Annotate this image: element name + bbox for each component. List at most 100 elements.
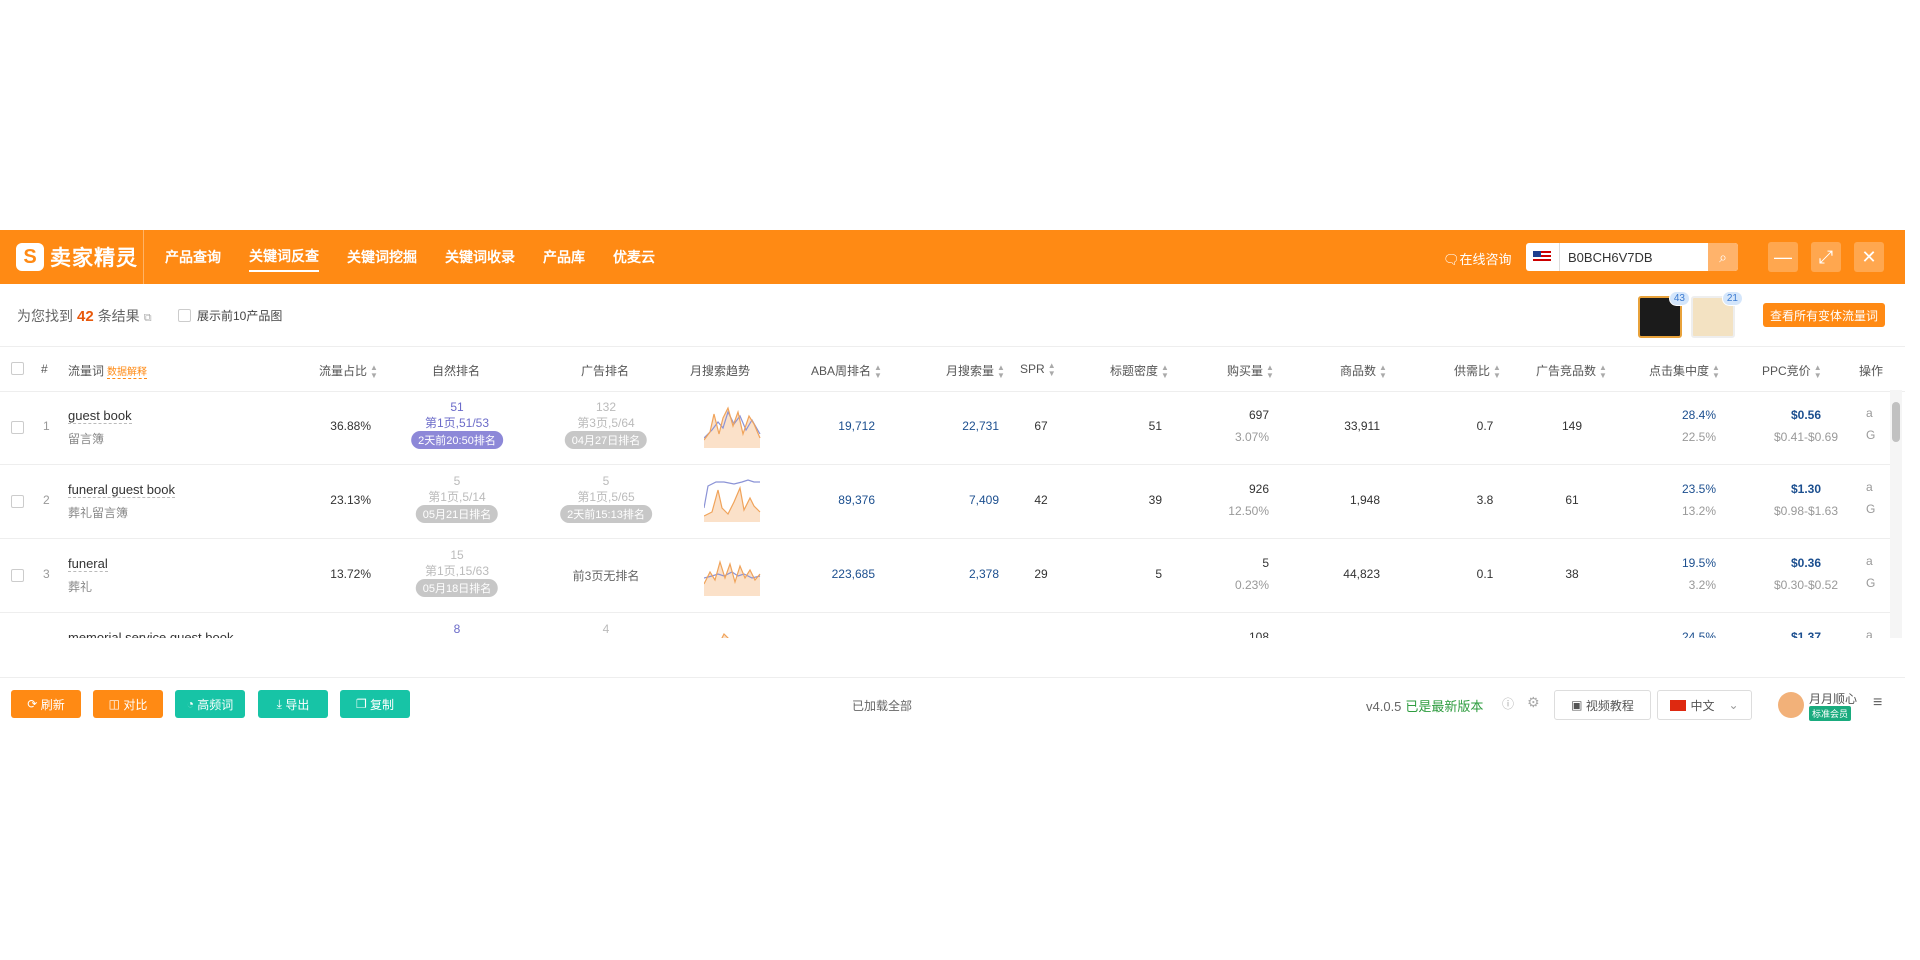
row-checkbox[interactable]	[11, 569, 24, 582]
col-ppc[interactable]: PPC竞价 ▲ ▼	[1762, 362, 1822, 380]
export-button[interactable]: ⤓ 导出	[258, 690, 328, 718]
table-scrollbar[interactable]	[1890, 390, 1902, 638]
col-ad-competitors[interactable]: 广告竞品数 ▲ ▼	[1536, 362, 1607, 380]
product-thumbnail[interactable]: 21	[1691, 291, 1743, 338]
col-supply-demand[interactable]: 供需比 ▲ ▼	[1454, 362, 1501, 380]
aba-rank[interactable]: 223,685	[832, 567, 875, 581]
nav-keyword-index[interactable]: 关键词收录	[445, 243, 515, 271]
organic-rank[interactable]: 51 第1页,51/53 2天前20:50排名	[411, 400, 503, 449]
monthly-search-trend-chart[interactable]	[704, 626, 762, 638]
video-tutorial-button[interactable]: ▣ 视频教程	[1554, 690, 1651, 720]
monthly-search-volume[interactable]: 2,378	[969, 567, 999, 581]
organic-rank[interactable]: 8第1页,8/142天前08:51排名	[411, 622, 503, 638]
col-monthly-search[interactable]: 月搜索量 ▲ ▼	[946, 362, 1005, 380]
amazon-search-icon[interactable]: a	[1866, 406, 1873, 420]
col-products[interactable]: 商品数 ▲ ▼	[1340, 362, 1387, 380]
sort-icon[interactable]: ▲ ▼	[1266, 363, 1274, 380]
product-thumbnail[interactable]: 43	[1638, 291, 1690, 338]
nav-product-library[interactable]: 产品库	[543, 243, 585, 271]
search-button[interactable]: ⌕	[1708, 243, 1738, 271]
minimize-button[interactable]: —	[1768, 242, 1798, 272]
amazon-search-icon[interactable]: a	[1866, 628, 1873, 638]
col-aba[interactable]: ABA周排名 ▲ ▼	[811, 362, 882, 380]
row-checkbox[interactable]	[11, 421, 24, 434]
compare-button[interactable]: ◫ 对比	[93, 690, 163, 718]
us-flag-icon[interactable]	[1533, 251, 1551, 263]
refresh-button[interactable]: ⟳ 刷新	[11, 690, 81, 718]
sort-icon[interactable]: ▲ ▼	[1048, 362, 1056, 378]
maximize-button[interactable]: ⤢	[1811, 242, 1841, 272]
keyword-link[interactable]: funeral	[68, 556, 108, 572]
sort-icon[interactable]: ▲ ▼	[1161, 363, 1169, 380]
monthly-search-volume[interactable]: 7,409	[969, 493, 999, 507]
table-row[interactable]: 3 funeral 葬礼 13.72% 15 第1页,15/63 05月18日排名 前3页无排…	[0, 538, 1890, 613]
avatar[interactable]	[1778, 692, 1804, 718]
row-checkbox[interactable]	[11, 495, 24, 508]
google-search-icon[interactable]: G	[1866, 576, 1875, 590]
scrollbar-thumb[interactable]	[1892, 402, 1900, 442]
copy-button[interactable]: ❐ 复制	[340, 690, 410, 718]
table-row[interactable]: 4memorial service guest book追悼会留言簿9.14%8…	[0, 612, 1890, 638]
china-flag-icon	[1670, 699, 1687, 711]
external-link-icon[interactable]: ⧉	[144, 312, 152, 324]
checkbox-icon[interactable]	[178, 309, 191, 322]
keyword-link[interactable]: funeral guest book	[68, 482, 175, 498]
nav-keyword-reverse[interactable]: 关键词反查	[249, 242, 319, 272]
high-frequency-words-button[interactable]: ◔ 高频词	[175, 690, 245, 718]
organic-rank-number: 51	[450, 400, 464, 414]
keyword-link[interactable]: guest book	[68, 408, 132, 424]
online-consult-link[interactable]: 🗨在线咨询	[1443, 249, 1512, 268]
nav-keyword-mining[interactable]: 关键词挖掘	[347, 243, 417, 271]
refresh-label: 刷新	[40, 697, 65, 712]
asin-search-input[interactable]	[1560, 248, 1710, 266]
google-search-icon[interactable]: G	[1866, 428, 1875, 442]
monthly-search-volume[interactable]: 22,731	[962, 419, 999, 433]
ad-rank[interactable]: 5 第1页,5/65 2天前15:13排名	[560, 474, 652, 523]
col-click-concentration[interactable]: 点击集中度 ▲ ▼	[1649, 362, 1720, 380]
supply-demand-ratio: 3.8	[1476, 493, 1494, 507]
user-profile[interactable]: 月月顺心 标准会员	[1765, 686, 1905, 722]
sort-icon[interactable]: ▲ ▼	[1379, 363, 1387, 380]
sort-icon[interactable]: ▲ ▼	[997, 363, 1005, 380]
monthly-search-trend-chart[interactable]	[704, 404, 762, 448]
col-title-density[interactable]: 标题密度 ▲ ▼	[1110, 362, 1169, 380]
table-row[interactable]: 1 guest book 留言簿 36.88% 51 第1页,51/53 2天前20:50排…	[0, 390, 1890, 465]
nav-product-query[interactable]: 产品查询	[165, 243, 221, 271]
ad-rank[interactable]: 132 第3页,5/64 04月27日排名	[564, 400, 648, 449]
close-button[interactable]: ✕	[1854, 242, 1884, 272]
col-spr[interactable]: SPR ▲ ▼	[1020, 362, 1056, 378]
show-top10-checkbox[interactable]: 展示前10产品图	[178, 307, 282, 324]
organic-rank[interactable]: 5 第1页,5/14 05月21日排名	[415, 474, 499, 523]
amazon-search-icon[interactable]: a	[1866, 480, 1873, 494]
aba-rank[interactable]: 89,376	[838, 493, 875, 507]
sort-icon[interactable]: ▲ ▼	[370, 363, 378, 380]
table-row[interactable]: 2 funeral guest book 葬礼留言簿 23.13% 5 第1页,5/14 0…	[0, 464, 1890, 539]
col-purchases[interactable]: 购买量 ▲ ▼	[1227, 362, 1274, 380]
sort-icon[interactable]: ▲ ▼	[1712, 363, 1720, 380]
ad-rank[interactable]: 前3页无排名	[573, 548, 640, 584]
aba-rank[interactable]: 19,712	[838, 419, 875, 433]
amazon-search-icon[interactable]: a	[1866, 554, 1873, 568]
ppc-range: $0.41-$0.69	[1773, 430, 1839, 444]
language-select[interactable]: 中文 ⌄	[1657, 690, 1752, 720]
select-all-checkbox[interactable]	[11, 362, 30, 378]
sort-icon[interactable]: ▲ ▼	[1599, 363, 1607, 380]
ad-rank-none: 前3页无排名	[572, 569, 640, 583]
col-traffic-share[interactable]: 流量占比 ▲ ▼	[319, 362, 378, 380]
menu-icon[interactable]: ≡	[1873, 694, 1882, 712]
keyword-link[interactable]: memorial service guest book	[68, 630, 233, 638]
settings-icon[interactable]: ⚙	[1527, 694, 1540, 711]
monthly-search-trend-chart[interactable]	[704, 478, 762, 522]
organic-rank[interactable]: 15 第1页,15/63 05月18日排名	[415, 548, 499, 597]
ad-rank[interactable]: 4第1页,4/6505月24日排名	[565, 622, 647, 638]
col-trend: 月搜索趋势	[690, 364, 751, 378]
sort-icon[interactable]: ▲ ▼	[1814, 363, 1822, 380]
view-all-variant-keywords-button[interactable]: 查看所有变体流量词	[1763, 303, 1885, 327]
data-explain-link[interactable]: 数据解释	[107, 367, 148, 379]
monthly-search-trend-chart[interactable]	[704, 552, 762, 596]
sort-icon[interactable]: ▲ ▼	[1493, 363, 1501, 380]
nav-youmaiyun[interactable]: 优麦云	[613, 243, 655, 271]
sort-icon[interactable]: ▲ ▼	[874, 363, 882, 380]
google-search-icon[interactable]: G	[1866, 502, 1875, 516]
help-icon[interactable]: ⓘ	[1502, 695, 1514, 712]
